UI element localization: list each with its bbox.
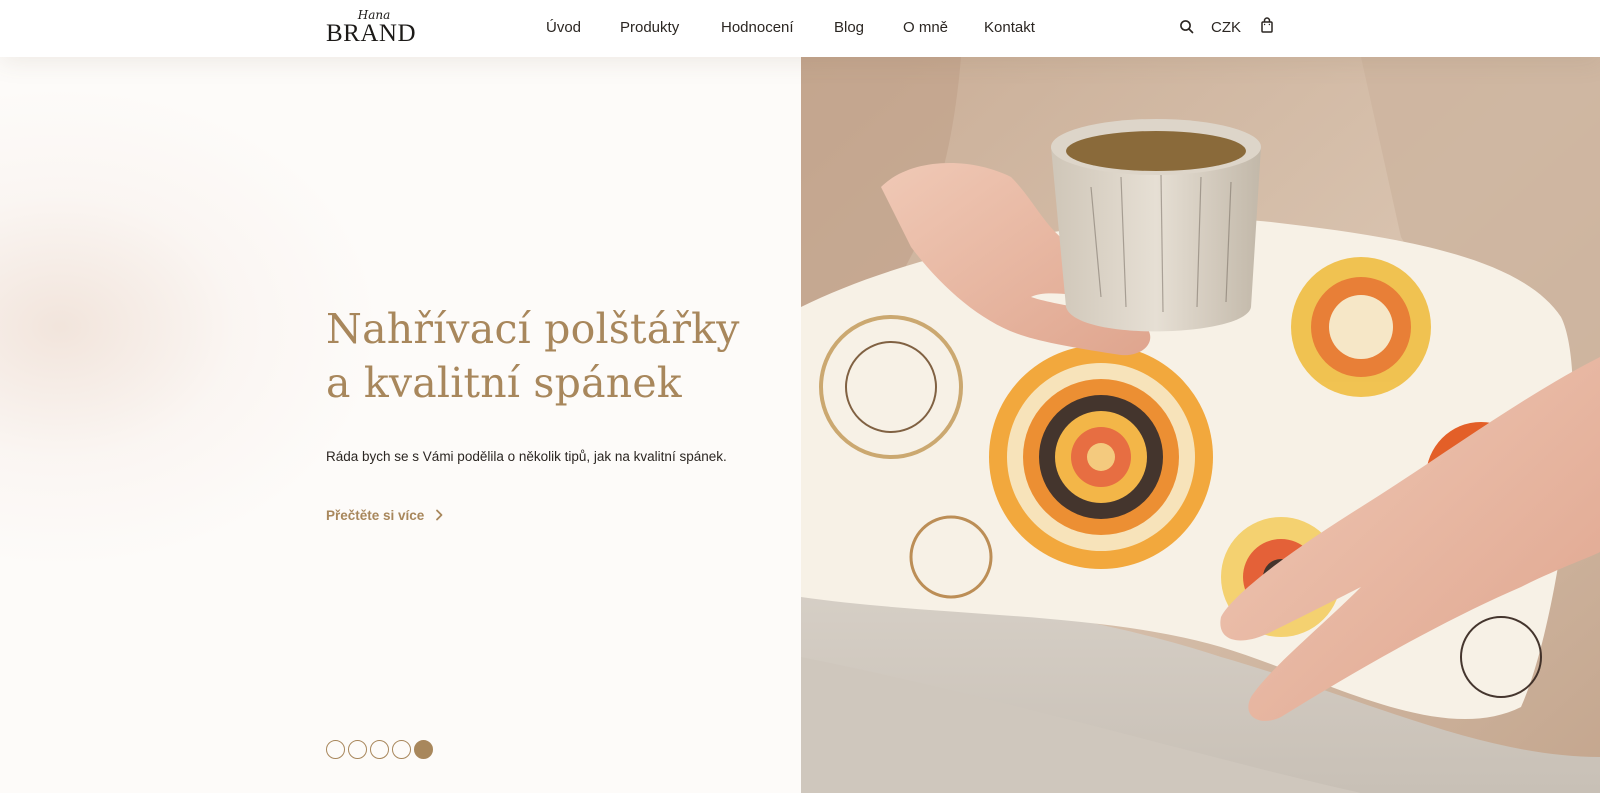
read-more-link[interactable]: Přečtěte si více: [326, 507, 444, 525]
slider-dot-2[interactable]: [348, 740, 367, 759]
hero-image: [801, 57, 1600, 793]
read-more-label: Přečtěte si více: [326, 508, 425, 523]
hero-title-line2: a kvalitní spánek: [326, 359, 682, 407]
hero-photo-illustration: [801, 57, 1600, 793]
slider-dot-3[interactable]: [370, 740, 389, 759]
hero-background-glow: [0, 87, 380, 567]
shopping-bag-icon[interactable]: [1259, 16, 1275, 34]
slider-dot-1[interactable]: [326, 740, 345, 759]
slider-dot-5[interactable]: [414, 740, 433, 759]
slider-dot-4[interactable]: [392, 740, 411, 759]
chevron-right-icon: [434, 508, 444, 521]
currency-selector[interactable]: CZK: [1211, 18, 1241, 38]
hero-title: Nahřívací polštářky a kvalitní spánek: [326, 302, 786, 410]
site-header: Hana BRAND Úvod Produkty Hodnocení Blog …: [0, 0, 1600, 57]
hero-text-panel: Nahřívací polštářky a kvalitní spánek Rá…: [0, 57, 801, 793]
hero-description: Ráda bych se s Vámi podělila o několik t…: [326, 449, 727, 464]
header-tools: CZK: [0, 14, 1600, 42]
search-icon[interactable]: [1178, 18, 1196, 36]
hero-title-line1: Nahřívací polštářky: [326, 305, 740, 353]
